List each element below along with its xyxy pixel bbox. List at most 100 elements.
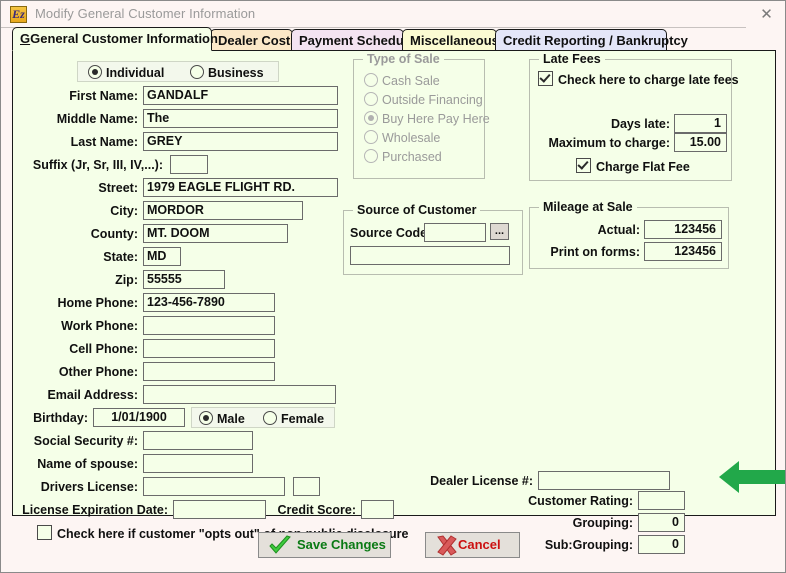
- radio-purchased[interactable]: Purchased: [364, 149, 442, 164]
- work-phone-input[interactable]: [143, 316, 275, 335]
- customer-type-group: Individual Business: [77, 61, 279, 82]
- radio-individual[interactable]: Individual: [88, 65, 164, 80]
- label-credit-score: Credit Score:: [277, 503, 357, 517]
- title-bar: Ez Modify General Customer Information ✕: [1, 1, 785, 28]
- label-cell-phone: Cell Phone:: [69, 342, 138, 356]
- radio-dot-cash-sale: [364, 73, 378, 87]
- birthday-input[interactable]: 1/01/1900: [93, 408, 185, 427]
- type-of-sale-title: Type of Sale: [363, 52, 444, 66]
- charge-late-fees-checkbox[interactable]: Check here to charge late fees: [538, 71, 739, 87]
- tab-miscellaneous[interactable]: Miscellaneous: [402, 29, 499, 51]
- charge-late-fees-label: Check here to charge late fees: [558, 73, 739, 87]
- dealer-license-input[interactable]: [538, 471, 670, 490]
- window-title: Modify General Customer Information: [35, 6, 256, 21]
- radio-dot-purchased: [364, 149, 378, 163]
- source-of-customer-title: Source of Customer: [353, 203, 481, 217]
- radio-dot-business: [190, 65, 204, 79]
- cancel-button[interactable]: Cancel: [425, 532, 520, 558]
- radio-wholesale[interactable]: Wholesale: [364, 130, 440, 145]
- source-of-customer-group: Source of Customer Source Code: ...: [343, 203, 523, 275]
- label-zip: Zip:: [115, 273, 138, 287]
- label-county: County:: [90, 227, 138, 241]
- suffix-input[interactable]: [170, 155, 208, 174]
- mileage-at-sale-group: Mileage at Sale Actual: 123456 Print on …: [529, 200, 729, 269]
- label-dealer-license: Dealer License #:: [430, 474, 533, 488]
- ssn-input[interactable]: [143, 431, 253, 450]
- radio-female[interactable]: Female: [263, 411, 324, 426]
- home-phone-input[interactable]: 123-456-7890: [143, 293, 275, 312]
- county-input[interactable]: MT. DOOM: [143, 224, 288, 243]
- email-input[interactable]: [143, 385, 336, 404]
- street-input[interactable]: 1979 EAGLE FLIGHT RD.: [143, 178, 338, 197]
- cancel-label: Cancel: [458, 537, 501, 552]
- tab-label-payment-schedule: Payment Schedule: [299, 33, 415, 48]
- zip-input[interactable]: 55555: [143, 270, 225, 289]
- charge-flat-fee-checkbox[interactable]: Charge Flat Fee: [576, 158, 690, 174]
- radio-label-purchased: Purchased: [382, 150, 442, 164]
- gender-group: Male Female: [191, 407, 335, 428]
- label-street: Street:: [98, 181, 138, 195]
- radio-dot-wholesale: [364, 130, 378, 144]
- city-input[interactable]: MORDOR: [143, 201, 303, 220]
- close-icon[interactable]: ✕: [746, 1, 785, 28]
- save-changes-label: Save Changes: [297, 537, 386, 552]
- radio-cash-sale[interactable]: Cash Sale: [364, 73, 440, 88]
- modify-customer-window: Ez Modify General Customer Information ✕…: [0, 0, 786, 573]
- other-phone-input[interactable]: [143, 362, 275, 381]
- radio-male[interactable]: Male: [199, 411, 245, 426]
- save-changes-button[interactable]: Save Changes: [258, 532, 391, 558]
- radio-label-wholesale: Wholesale: [382, 131, 441, 145]
- days-late-input[interactable]: 1: [674, 114, 727, 133]
- label-work-phone: Work Phone:: [61, 319, 138, 333]
- app-logo-icon: Ez: [10, 6, 27, 23]
- radio-label-outside-financing: Outside Financing: [382, 93, 483, 107]
- customer-rating-input[interactable]: [638, 491, 685, 510]
- radio-buy-here-pay-here[interactable]: Buy Here Pay Here: [364, 111, 490, 126]
- middle-name-input[interactable]: The: [143, 109, 338, 128]
- general-customer-information-panel: Individual Business First Name: GANDALF …: [12, 50, 776, 554]
- spouse-input[interactable]: [143, 454, 253, 473]
- label-city: City:: [110, 204, 138, 218]
- drivers-license-input[interactable]: [143, 477, 285, 496]
- check-icon: [269, 535, 291, 554]
- sub-grouping-input[interactable]: 0: [638, 535, 685, 554]
- drivers-license-state-input[interactable]: [293, 477, 320, 496]
- mileage-actual-input[interactable]: 123456: [644, 220, 722, 239]
- radio-dot-buy-here-pay-here: [364, 111, 378, 125]
- tab-strip: GGeneral Customer Information Dealer Cos…: [12, 27, 776, 51]
- label-ssn: Social Security #:: [33, 434, 138, 448]
- maximum-to-charge-input[interactable]: 15.00: [674, 133, 727, 152]
- charge-flat-fee-label: Charge Flat Fee: [596, 160, 690, 174]
- tab-credit-reporting-bankruptcy[interactable]: Credit Reporting / Bankruptcy: [495, 29, 688, 51]
- source-description-input[interactable]: [350, 246, 510, 265]
- label-spouse: Name of spouse:: [37, 457, 138, 471]
- source-code-browse-button[interactable]: ...: [490, 223, 509, 240]
- tab-dealer-costs[interactable]: Dealer Costs: [210, 29, 297, 51]
- checkbox-box-charge-flat-fee: [576, 158, 591, 173]
- tab-label-miscellaneous: Miscellaneous: [410, 33, 499, 48]
- first-name-input[interactable]: GANDALF: [143, 86, 338, 105]
- last-name-input[interactable]: GREY: [143, 132, 338, 151]
- radio-business[interactable]: Business: [190, 65, 264, 80]
- license-expiration-input[interactable]: [173, 500, 266, 519]
- mileage-print-on-forms-input[interactable]: 123456: [644, 242, 722, 261]
- radio-dot-male: [199, 411, 213, 425]
- label-license-expiration: License Expiration Date:: [22, 503, 168, 517]
- radio-label-buy-here-pay-here: Buy Here Pay Here: [382, 112, 490, 126]
- label-last-name: Last Name:: [70, 135, 138, 149]
- label-days-late: Days late:: [610, 117, 670, 131]
- source-code-input[interactable]: [424, 223, 486, 242]
- tab-payment-schedule[interactable]: Payment Schedule: [291, 29, 415, 51]
- type-of-sale-group: Type of Sale Cash Sale Outside Financing…: [353, 52, 490, 179]
- radio-outside-financing[interactable]: Outside Financing: [364, 92, 483, 107]
- label-suffix: Suffix (Jr, Sr, III, IV,...):: [32, 158, 163, 172]
- tab-general-customer-information[interactable]: GGeneral Customer Information: [12, 27, 218, 51]
- grouping-input[interactable]: 0: [638, 513, 685, 532]
- cell-phone-input[interactable]: [143, 339, 275, 358]
- radio-dot-female: [263, 411, 277, 425]
- tab-label-general: General Customer Information: [30, 31, 218, 46]
- credit-score-input[interactable]: [361, 500, 394, 519]
- state-input[interactable]: MD: [143, 247, 181, 266]
- label-birthday: Birthday:: [33, 411, 88, 425]
- label-other-phone: Other Phone:: [58, 365, 138, 379]
